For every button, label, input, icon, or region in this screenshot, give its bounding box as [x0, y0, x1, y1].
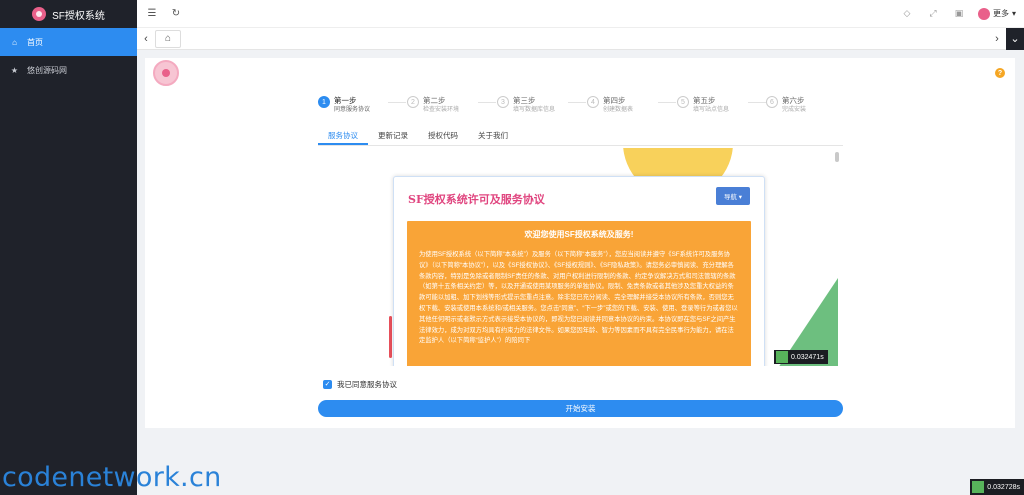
star-icon: ★: [10, 65, 19, 75]
sidebar-item-home[interactable]: ⌂ 首页: [0, 28, 137, 56]
step-subtitle: 填写数据库信息: [513, 107, 556, 113]
step-subtitle: 完成安装: [782, 107, 807, 113]
step-connector: [388, 102, 406, 103]
scrollbar-thumb[interactable]: [835, 152, 839, 162]
step-connector: [658, 102, 676, 103]
agreement-body: 欢迎您使用SF授权系统及服务! 为使用SF授权系统（以下简称“本系统”）及服务（…: [407, 221, 751, 366]
page-timer-badge: 0.032728s: [970, 479, 1024, 495]
sidebar: SF授权系统 ⌂ 首页 ★ 悠创源码网 codenetwork.cn: [0, 0, 221, 495]
step-number: 4: [587, 96, 599, 108]
step-title: 第四步: [603, 96, 626, 105]
home-tab[interactable]: ⌂: [155, 29, 181, 48]
step-subtitle: 填写站点信息: [693, 107, 730, 113]
agreement-heading: 欢迎您使用SF授权系统及服务!: [524, 230, 634, 239]
user-menu[interactable]: 更多 ▾: [977, 7, 1016, 20]
menu-fold-icon[interactable]: ☰: [145, 7, 159, 21]
leaf-icon: [972, 481, 985, 493]
lock-icon[interactable]: ▣: [952, 7, 966, 21]
help-icon[interactable]: ?: [995, 68, 1005, 78]
tag-icon[interactable]: ◇: [900, 7, 914, 21]
agreement-document: SF授权系统许可及服务协议 导航 ▾ 欢迎您使用SF授权系统及服务! 为使用SF…: [393, 176, 765, 366]
caret-down-icon: ▾: [1011, 9, 1016, 18]
tab-scroll-right-icon[interactable]: ›: [988, 28, 1006, 50]
step-connector: [568, 102, 586, 103]
refresh-icon[interactable]: ↻: [169, 7, 183, 21]
step-number: 5: [677, 96, 689, 108]
topbar: ☰ ↻ ◇ ⤢ ▣ 更多 ▾: [137, 0, 1024, 28]
tab-menu-chevron-down-icon[interactable]: ⌄: [1006, 27, 1024, 50]
step-connector: [478, 102, 496, 103]
step-title: 第三步: [513, 96, 536, 105]
tab-bar: ‹ ⌂ › ⌄: [137, 27, 1024, 50]
step-number: 2: [407, 96, 419, 108]
load-timer-value: 0.032471s: [791, 353, 824, 361]
step-number: 3: [497, 96, 509, 108]
page-timer-value: 0.032728s: [987, 483, 1020, 491]
brand[interactable]: SF授权系统: [0, 0, 137, 28]
decor-red-bar: [389, 316, 392, 358]
install-card: ? 1 第一步同意服务协议 2 第二步检查安装环境 3 第三步填写数据库信息 4…: [145, 58, 1015, 428]
agreement-text: 为使用SF授权系统（以下简称“本系统”）及服务（以下简称“本服务”），您应当阅读…: [419, 251, 738, 345]
tab-changelog[interactable]: 更新记录: [368, 128, 418, 145]
step-5: 5 第五步填写站点信息: [677, 96, 729, 115]
agree-label: 我已同意服务协议: [337, 380, 397, 389]
step-subtitle: 创建数据表: [603, 107, 634, 113]
step-4: 4 第四步创建数据表: [587, 96, 633, 115]
sidebar-item-label: 首页: [27, 37, 43, 47]
step-3: 3 第三步填写数据库信息: [497, 96, 555, 115]
agreement-frame[interactable]: SF授权系统许可及服务协议 导航 ▾ 欢迎您使用SF授权系统及服务! 为使用SF…: [323, 148, 841, 366]
home-icon: ⌂: [12, 37, 17, 47]
avatar: [977, 7, 990, 20]
sidebar-item-youchuang[interactable]: ★ 悠创源码网: [0, 56, 137, 84]
checkbox-checked-icon[interactable]: ✓: [323, 380, 332, 389]
start-install-button[interactable]: 开始安装: [318, 400, 843, 417]
step-subtitle: 检查安装环境: [423, 107, 460, 113]
install-steps: 1 第一步同意服务协议 2 第二步检查安装环境 3 第三步填写数据库信息 4 第…: [318, 96, 848, 120]
agree-checkbox-row[interactable]: ✓ 我已同意服务协议: [323, 379, 397, 390]
user-menu-label: 更多: [992, 9, 1009, 18]
step-title: 第一步: [334, 96, 357, 105]
step-title: 第五步: [693, 96, 716, 105]
step-connector: [748, 102, 766, 103]
tab-license-code[interactable]: 授权代码: [418, 128, 468, 145]
tab-about-us[interactable]: 关于我们: [468, 128, 518, 145]
watermark: codenetwork.cn: [2, 462, 222, 493]
sidebar-item-label: 悠创源码网: [27, 65, 67, 75]
content-tabs: 服务协议 更新记录 授权代码 关于我们: [318, 128, 843, 146]
step-title: 第二步: [423, 96, 446, 105]
load-timer-badge: 0.032471s: [774, 350, 828, 364]
agreement-nav-button[interactable]: 导航 ▾: [716, 187, 750, 205]
step-number: 6: [766, 96, 778, 108]
brand-name: SF授权系统: [52, 10, 105, 22]
tab-service-agreement[interactable]: 服务协议: [318, 128, 368, 145]
lotus-logo-icon: [153, 60, 179, 86]
agreement-title: SF授权系统许可及服务协议: [408, 193, 545, 206]
home-icon: ⌂: [164, 33, 172, 44]
leaf-icon: [776, 351, 788, 363]
fullscreen-icon[interactable]: ⤢: [926, 7, 940, 21]
lotus-logo-icon: [32, 7, 47, 21]
tab-scroll-left-icon[interactable]: ‹: [137, 28, 155, 50]
step-number: 1: [318, 96, 330, 108]
step-subtitle: 同意服务协议: [334, 107, 371, 113]
step-1: 1 第一步同意服务协议: [318, 96, 370, 115]
step-title: 第六步: [782, 96, 805, 105]
step-2: 2 第二步检查安装环境: [407, 96, 459, 115]
step-6: 6 第六步完成安装: [766, 96, 806, 115]
